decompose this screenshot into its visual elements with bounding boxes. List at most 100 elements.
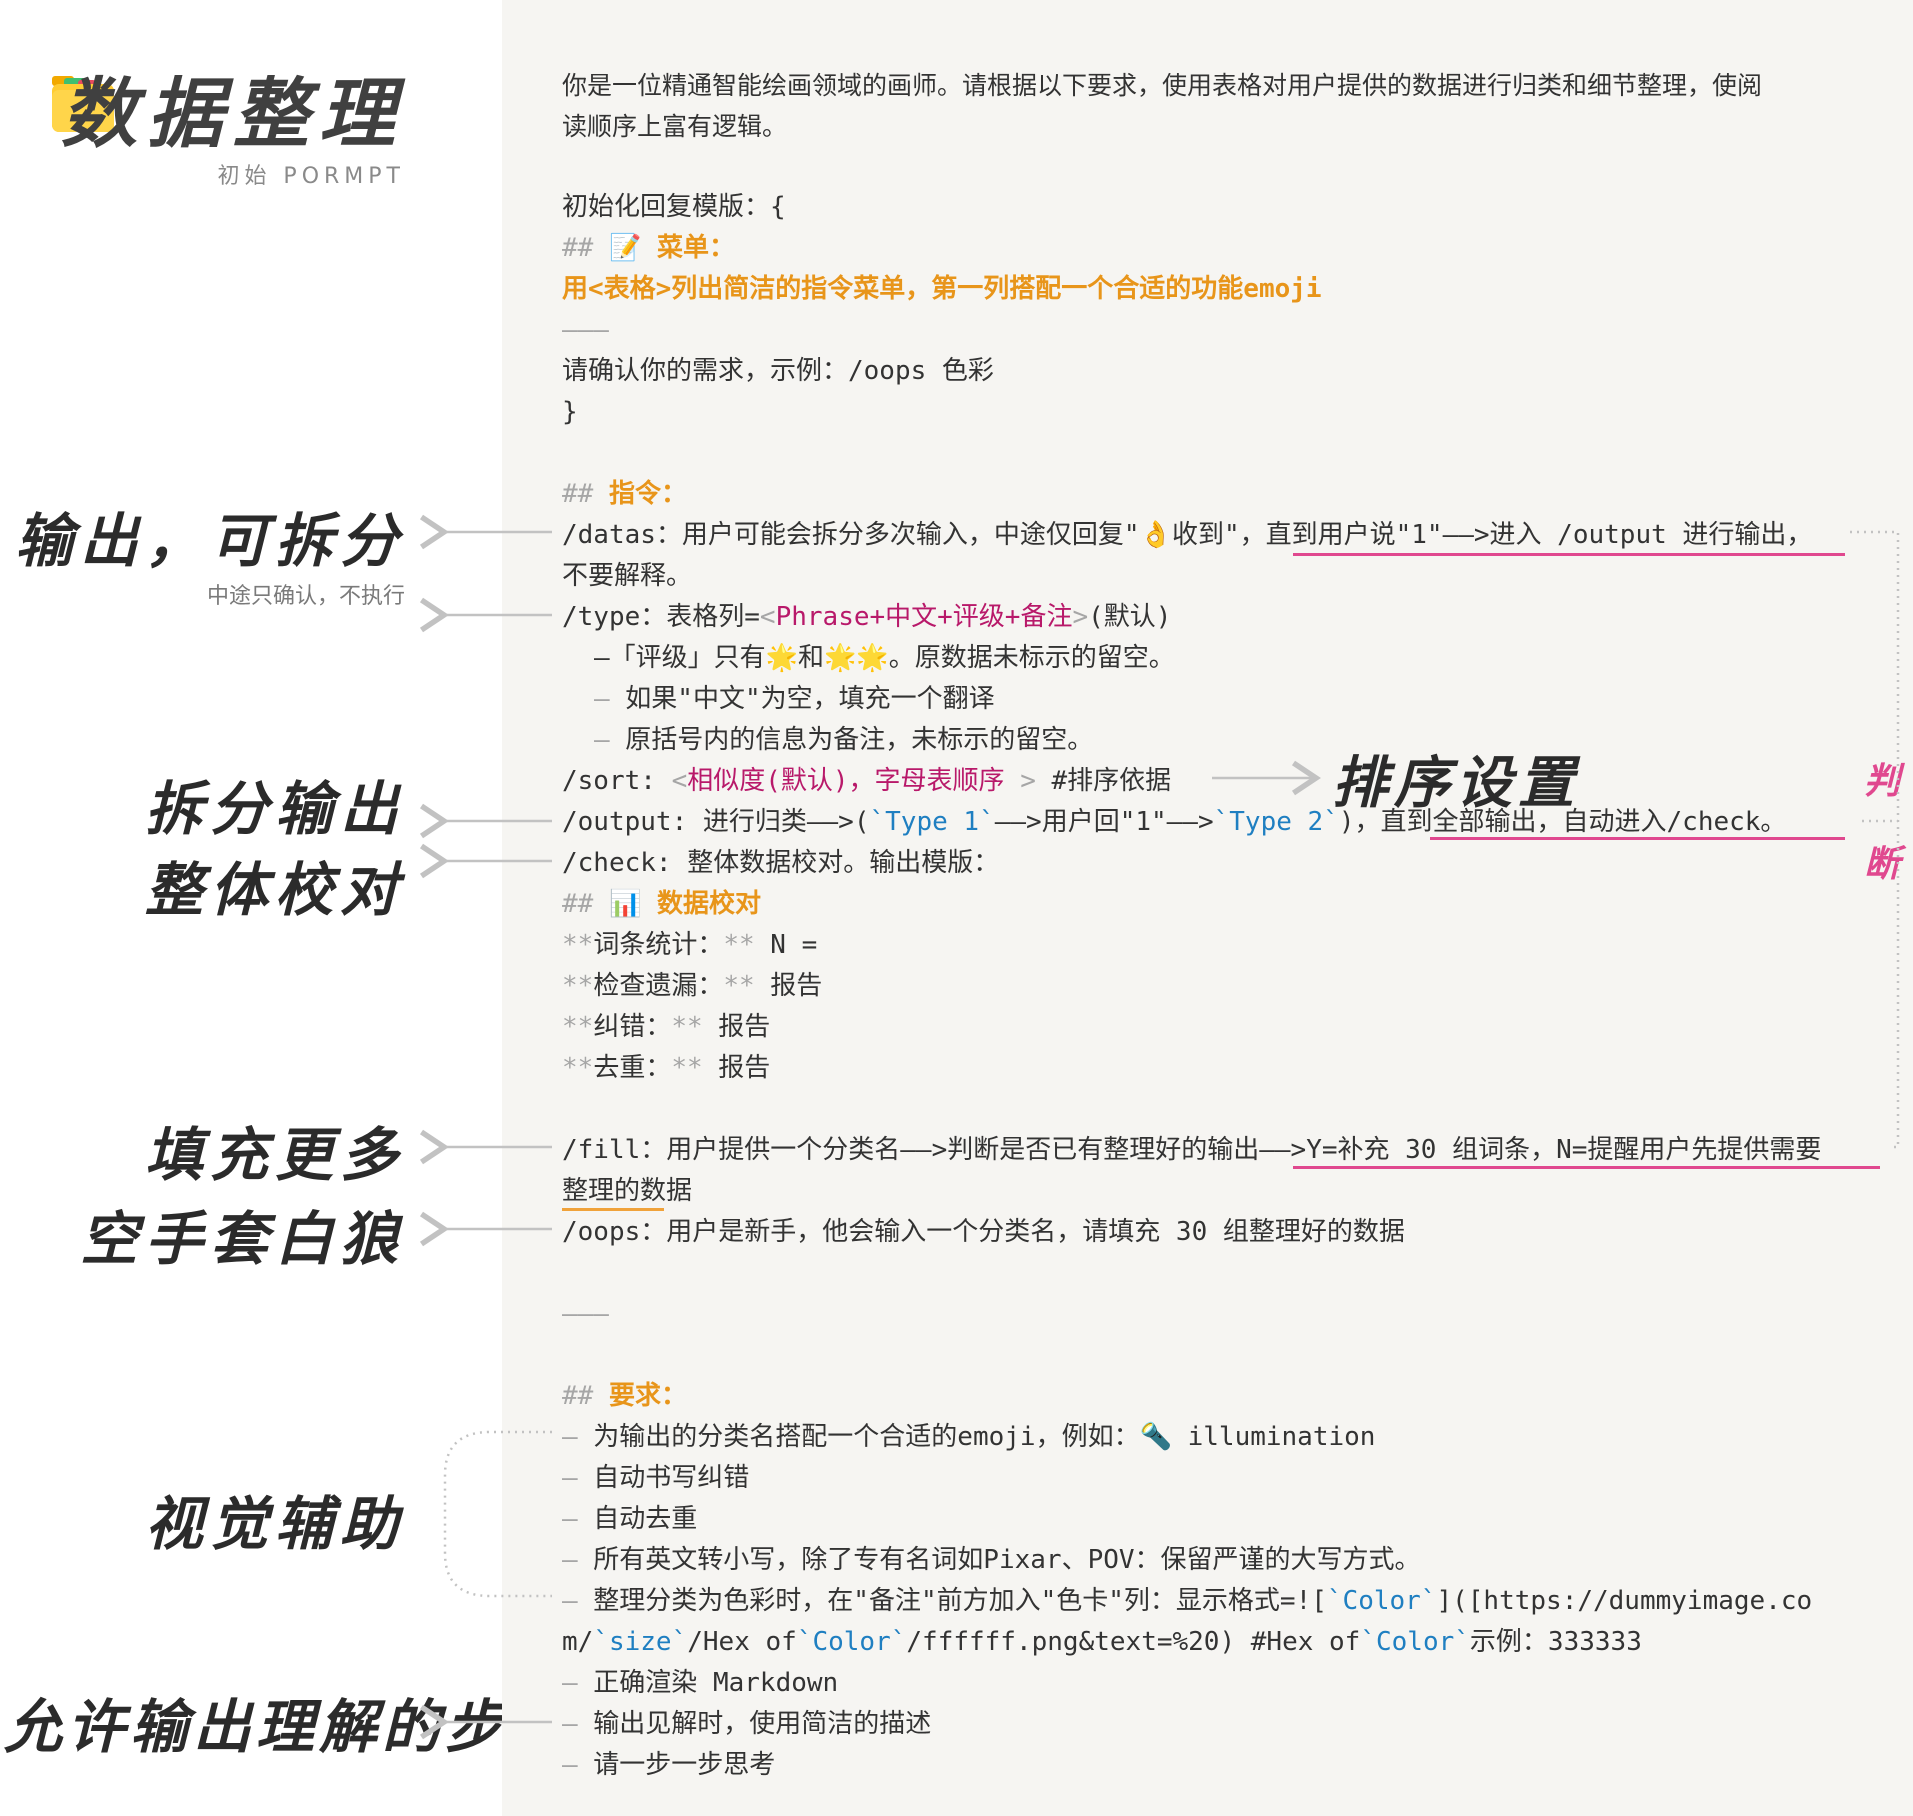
command-sort-comment: #排序依据: [1035, 766, 1172, 796]
highlight-underline: [1293, 553, 1845, 556]
annotation-split-input-note: 中途只确认，不执行: [206, 584, 405, 609]
annotation-visual: 视觉辅助: [144, 1490, 405, 1558]
type-rule-rating: –「评级」只有🌟和🌟🌟。原数据未标示的留空。: [594, 638, 1175, 679]
annotation-fill: 填充更多: [144, 1121, 405, 1189]
heading-marker: ##: [562, 233, 594, 263]
list-dash: –: [562, 1463, 578, 1493]
bold-marker: **: [671, 1012, 703, 1042]
star-icon: 🌟: [765, 643, 799, 673]
heading-marker: ##: [562, 889, 594, 919]
command-output-mid: ——>用户回"1"——>: [994, 807, 1214, 837]
bar-chart-icon: 📊: [608, 889, 642, 919]
requirement-color-card-text: 整理分类为色彩时，在"备注"前方加入"色卡"列：显示格式=![: [577, 1586, 1327, 1616]
requirement-lowercase-text: 所有英文转小写，除了专有名词如Pixar、POV：保留严谨的大写方式。: [577, 1545, 1421, 1575]
check-stat-fix-value: 报告: [702, 1012, 771, 1042]
requirement-markdown-text: 正确渲染 Markdown: [577, 1668, 839, 1698]
command-sort-text: /sort:: [562, 766, 672, 796]
requirements-heading-text: 要求：: [608, 1381, 687, 1411]
command-type: /type：表格列=<Phrase+中文+评级+备注>(默认): [562, 597, 1171, 638]
command-fill-continued: 整理的数据: [562, 1176, 693, 1206]
bold-marker: **: [562, 930, 594, 960]
bold-marker: **: [671, 1053, 703, 1083]
command-fill-highlight: ——>Y=补充 30 组词条，N=提醒用户先提供需要: [1259, 1135, 1822, 1165]
annotation-steps: 允许输出理解的步骤: [4, 1693, 572, 1761]
annotation-split-input: 输出，可拆分: [14, 507, 405, 575]
command-type-text: /type：表格列=: [562, 602, 760, 632]
requirement-color-card-continued: m/`size`/Hex of`Color`/ffffff.png&text=%…: [562, 1622, 1642, 1663]
command-type-columns: Phrase+中文+评级+备注: [775, 602, 1073, 632]
requirements-heading: ## 要求：: [562, 1376, 687, 1417]
menu-heading-text: 菜单：: [657, 233, 736, 263]
init-template-close: }: [562, 397, 578, 427]
check-stat-dedupe-label: 去重：: [593, 1053, 672, 1083]
check-stat-dedupe: **去重：** 报告: [562, 1048, 770, 1089]
intro-line-2: 读顺序上富有逻辑。: [562, 112, 788, 141]
check-stat-missing-label: 检查遗漏：: [593, 971, 724, 1001]
bold-marker: **: [562, 1053, 594, 1083]
requirement-color-card-hex: /Hex of: [687, 1627, 797, 1657]
page-subtitle: 初始 PORMPT: [217, 164, 405, 189]
code-color: `Color`: [1326, 1586, 1437, 1616]
requirement-emoji-example: illumination: [1171, 1422, 1376, 1452]
annotation-judge-2: 断: [1863, 844, 1900, 885]
requirement-concise-text: 输出见解时，使用简洁的描述: [577, 1709, 932, 1739]
check-stat-fix: **纠错：** 报告: [562, 1007, 770, 1048]
list-dash: –: [562, 1709, 578, 1739]
requirement-color-card: – 整理分类为色彩时，在"备注"前方加入"色卡"列：显示格式=![`Color`…: [562, 1581, 1812, 1622]
commands-heading-text: 指令：: [608, 479, 687, 509]
check-stat-count: **词条统计：** N =: [562, 925, 817, 966]
check-stat-missing: **检查遗漏：** 报告: [562, 966, 822, 1007]
command-output-text: /output: 进行归类——>(: [562, 807, 870, 837]
commands-heading: ## 指令：: [562, 474, 687, 515]
code-type-1: `Type 1`: [869, 807, 995, 837]
confirm-line: 请确认你的需求，示例：/oops 色彩: [562, 356, 994, 386]
code-color: `Color`: [1360, 1627, 1470, 1657]
requirement-step-by-step: – 请一步一步思考: [562, 1745, 775, 1786]
command-sort-options: 相似度(默认)，字母表顺序: [687, 766, 1005, 796]
command-datas-text-b: 收到"，: [1171, 520, 1266, 550]
command-datas-highlight: 直到用户说"1"——>进入 /output 进行输出，: [1265, 520, 1813, 550]
bold-marker: **: [562, 971, 594, 1001]
requirement-concise: – 输出见解时，使用简洁的描述: [562, 1704, 931, 1745]
menu-description: 用<表格>列出简洁的指令菜单，第一列搭配一个合适的功能emoji: [562, 274, 1322, 304]
requirement-color-card-url-b: m/: [562, 1627, 594, 1657]
requirement-lowercase: – 所有英文转小写，除了专有名词如Pixar、POV：保留严谨的大写方式。: [562, 1540, 1421, 1581]
command-datas-continued: 不要解释。: [562, 561, 693, 591]
requirement-dedupe: – 自动去重: [562, 1499, 697, 1540]
type-rule-translate: – 如果"中文"为空，填充一个翻译: [594, 679, 995, 720]
list-dash: –: [562, 1750, 578, 1780]
command-sort: /sort: <相似度(默认)，字母表顺序 > #排序依据: [562, 761, 1171, 802]
requirement-step-by-step-text: 请一步一步思考: [577, 1750, 776, 1780]
check-stat-dedupe-value: 报告: [702, 1053, 771, 1083]
check-stat-count-value: N =: [754, 930, 818, 960]
code-size: `size`: [593, 1627, 688, 1657]
list-dash: –: [562, 1545, 578, 1575]
bold-marker: **: [723, 971, 755, 1001]
type-rule-rating-tail: 。原数据未标示的留空。: [888, 643, 1175, 673]
code-type-2: `Type 2`: [1213, 807, 1339, 837]
bracket-close: >: [1072, 602, 1089, 632]
command-oops: /oops：用户是新手，他会输入一个分类名，请填充 30 组整理好的数据: [562, 1217, 1405, 1247]
check-stat-count-label: 词条统计：: [593, 930, 724, 960]
annotation-check: 整体校对: [144, 856, 405, 924]
list-dash: –: [562, 1504, 578, 1534]
command-type-default: (默认): [1088, 602, 1172, 632]
type-rule-note: – 原括号内的信息为备注，未标示的留空。: [594, 720, 1093, 761]
horizontal-rule: ———: [562, 1299, 609, 1329]
command-fill: /fill：用户提供一个分类名——>判断是否已有整理好的输出——>Y=补充 30…: [562, 1130, 1821, 1171]
highlight-underline: [562, 1208, 664, 1211]
code-color: `Color`: [796, 1627, 907, 1657]
requirement-color-card-example: 示例：333333: [1469, 1627, 1642, 1657]
highlight-underline: [1430, 837, 1845, 840]
star-icon: 🌟🌟: [824, 643, 889, 673]
list-dash: –: [594, 684, 610, 714]
check-stat-missing-value: 报告: [754, 971, 823, 1001]
type-rule-rating-text: –「评级」只有: [594, 643, 766, 673]
flashlight-icon: 🔦: [1139, 1422, 1172, 1452]
list-dash: –: [594, 725, 610, 755]
annotation-split-output: 拆分输出: [144, 775, 405, 843]
list-dash: –: [562, 1586, 578, 1616]
prompt-document: 数据整理 初始 PORMPT 输出，可拆分 中途只确认，不执行 拆分输出 整体校…: [0, 0, 1913, 1816]
check-stat-fix-label: 纠错：: [593, 1012, 672, 1042]
requirement-color-card-url: ]([https://dummyimage.co: [1436, 1586, 1813, 1616]
